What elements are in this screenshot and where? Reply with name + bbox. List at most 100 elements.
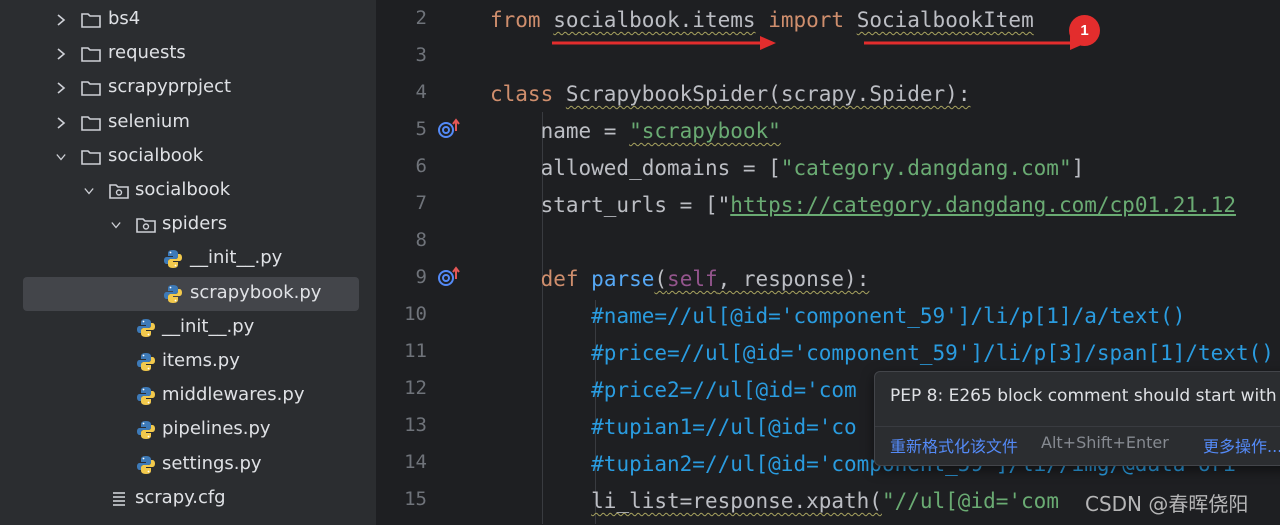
url-link[interactable]: https://category.dangdang.com/cp01.21.12 xyxy=(730,193,1236,217)
tree-item-label: scrapy.cfg xyxy=(135,486,226,508)
chevron-right-icon[interactable] xyxy=(56,48,66,60)
python-file-icon xyxy=(135,352,157,372)
python-file-icon xyxy=(162,284,184,304)
tree-item-scrapy-cfg[interactable]: scrapy.cfg xyxy=(0,482,377,516)
tree-item-selenium[interactable]: selenium xyxy=(0,106,377,140)
line-number: 7 xyxy=(415,192,427,214)
chevron-right-icon[interactable] xyxy=(56,14,66,26)
tree-item-label: pipelines.py xyxy=(162,418,271,440)
chevron-down-icon[interactable] xyxy=(84,186,94,196)
override-method-icon[interactable] xyxy=(437,266,461,288)
keyword: class xyxy=(490,82,554,106)
line-number: 3 xyxy=(415,44,427,66)
code-line-7[interactable]: start_urls = ["https://category.dangdang… xyxy=(490,187,1236,224)
python-file-icon xyxy=(135,318,157,338)
tree-item-socialbook[interactable]: socialbook xyxy=(0,140,377,174)
folder-icon xyxy=(80,147,102,167)
tree-item-pipelines-py[interactable]: pipelines.py xyxy=(0,413,377,447)
folder-icon xyxy=(80,78,102,98)
python-file-icon xyxy=(135,455,157,475)
parameter-list: (self, response): xyxy=(654,267,870,291)
annotation-arrow xyxy=(552,36,776,50)
inspection-tooltip: PEP 8: E265 block comment should start w… xyxy=(874,371,1280,466)
line-number: 8 xyxy=(415,229,427,251)
line-number: 11 xyxy=(404,340,427,362)
override-method-icon[interactable] xyxy=(437,118,461,140)
tree-item-label: selenium xyxy=(108,110,190,132)
string-literal: "//ul[@id='com xyxy=(881,489,1059,513)
watermark: CSDN @春晖侥阳 xyxy=(1085,492,1249,516)
class-name: ScrapybookSpider(scrapy.Spider): xyxy=(565,82,971,106)
line-number: 14 xyxy=(404,451,427,473)
line-number: 15 xyxy=(404,488,427,510)
code-text: allowed_domains = [ xyxy=(540,156,781,180)
string-literal: "scrapybook" xyxy=(629,119,781,143)
module-name: socialbook.items xyxy=(553,8,756,32)
line-number: 2 xyxy=(415,7,427,29)
comment: #price2=//ul[@id='com xyxy=(591,378,857,402)
tree-item-label: middlewares.py xyxy=(162,384,305,406)
keyword: def xyxy=(540,267,579,291)
code-text: li_list=response.xpath( xyxy=(591,489,882,513)
python-file-icon xyxy=(135,386,157,406)
tree-item-init-py[interactable]: __init__.py xyxy=(0,242,377,276)
python-file-icon xyxy=(135,420,157,440)
code-line-13[interactable]: #tupian1=//ul[@id='co xyxy=(490,409,857,446)
code-line-10[interactable]: #name=//ul[@id='component_59']/li/p[1]/a… xyxy=(490,298,1185,335)
code-line-9[interactable]: def parse(self, response): xyxy=(490,261,870,298)
chevron-right-icon[interactable] xyxy=(56,82,66,95)
tree-item-label: __init__.py xyxy=(190,247,283,269)
annotation-badge: 1 xyxy=(1069,15,1100,46)
code-line-15[interactable]: li_list=response.xpath("//ul[@id='com xyxy=(490,483,1059,520)
code-line-5[interactable]: name = "scrapybook" xyxy=(490,113,781,150)
tree-item-scrapybook-py[interactable]: scrapybook.py xyxy=(0,276,377,311)
folder-icon xyxy=(80,44,102,64)
chevron-down-icon[interactable] xyxy=(56,152,66,162)
function-name: parse xyxy=(591,267,655,291)
tree-item-bs4[interactable]: bs4 xyxy=(0,3,377,37)
reformat-file-action[interactable]: 重新格式化该文件 xyxy=(890,433,1018,457)
code-text: name = xyxy=(540,119,630,143)
project-tree: bs4 requests scrapyprpject selenium socialbo… xyxy=(0,0,377,525)
line-number: 12 xyxy=(404,377,427,399)
code-line-4[interactable]: class ScrapybookSpider(scrapy.Spider): xyxy=(490,76,970,113)
tooltip-divider xyxy=(875,426,1280,427)
class-reference: SocialbookItem xyxy=(856,8,1034,32)
tree-item-scrapyprpject[interactable]: scrapyprpject xyxy=(0,71,377,105)
tree-item-items-py[interactable]: items.py xyxy=(0,345,377,379)
tree-item-socialbook[interactable]: socialbook xyxy=(0,174,377,208)
tree-item-label: scrapybook.py xyxy=(190,281,322,303)
line-number: 5 xyxy=(415,118,427,140)
code-line-11[interactable]: #price=//ul[@id='component_59']/li/p[3]/… xyxy=(490,335,1274,372)
chevron-down-icon[interactable] xyxy=(111,220,121,230)
tree-item-spiders[interactable]: spiders xyxy=(0,208,377,242)
chevron-right-icon[interactable] xyxy=(56,116,66,129)
tree-item-init-py[interactable]: __init__.py xyxy=(0,311,377,345)
tree-item-label: spiders xyxy=(162,213,228,235)
keyword: from xyxy=(490,8,541,32)
code-text: start_urls = [" xyxy=(540,193,731,217)
comment: #name=//ul[@id='component_59']/li/p[1]/a… xyxy=(591,304,1186,328)
tree-item-label: __init__.py xyxy=(162,315,255,337)
line-number: 13 xyxy=(404,414,427,436)
line-number: 4 xyxy=(415,81,427,103)
tree-item-label: bs4 xyxy=(108,8,141,29)
tree-item-settings-py[interactable]: settings.py xyxy=(0,448,377,482)
tree-item-label: requests xyxy=(108,42,186,64)
config-file-icon xyxy=(108,489,130,509)
more-actions-link[interactable]: 更多操作... xyxy=(1203,433,1280,457)
tree-item-label: settings.py xyxy=(162,452,262,474)
code-line-12[interactable]: #price2=//ul[@id='com xyxy=(490,372,857,409)
tree-item-label: socialbook xyxy=(135,179,231,200)
line-number: 10 xyxy=(404,303,427,325)
tree-item-requests[interactable]: requests xyxy=(0,37,377,71)
tree-item-middlewares-py[interactable]: middlewares.py xyxy=(0,379,377,413)
tree-item-label: scrapyprpject xyxy=(108,76,232,98)
package-folder-icon xyxy=(108,181,130,201)
python-file-icon xyxy=(162,249,184,269)
annotation-arrow xyxy=(864,36,1086,50)
comment: #price=//ul[@id='component_59']/li/p[3]/… xyxy=(591,341,1274,365)
code-line-6[interactable]: allowed_domains = ["category.dangdang.co… xyxy=(490,150,1085,187)
string-literal: "category.dangdang.com" xyxy=(780,156,1072,180)
shortcut-hint: Alt+Shift+Enter xyxy=(1041,433,1169,452)
